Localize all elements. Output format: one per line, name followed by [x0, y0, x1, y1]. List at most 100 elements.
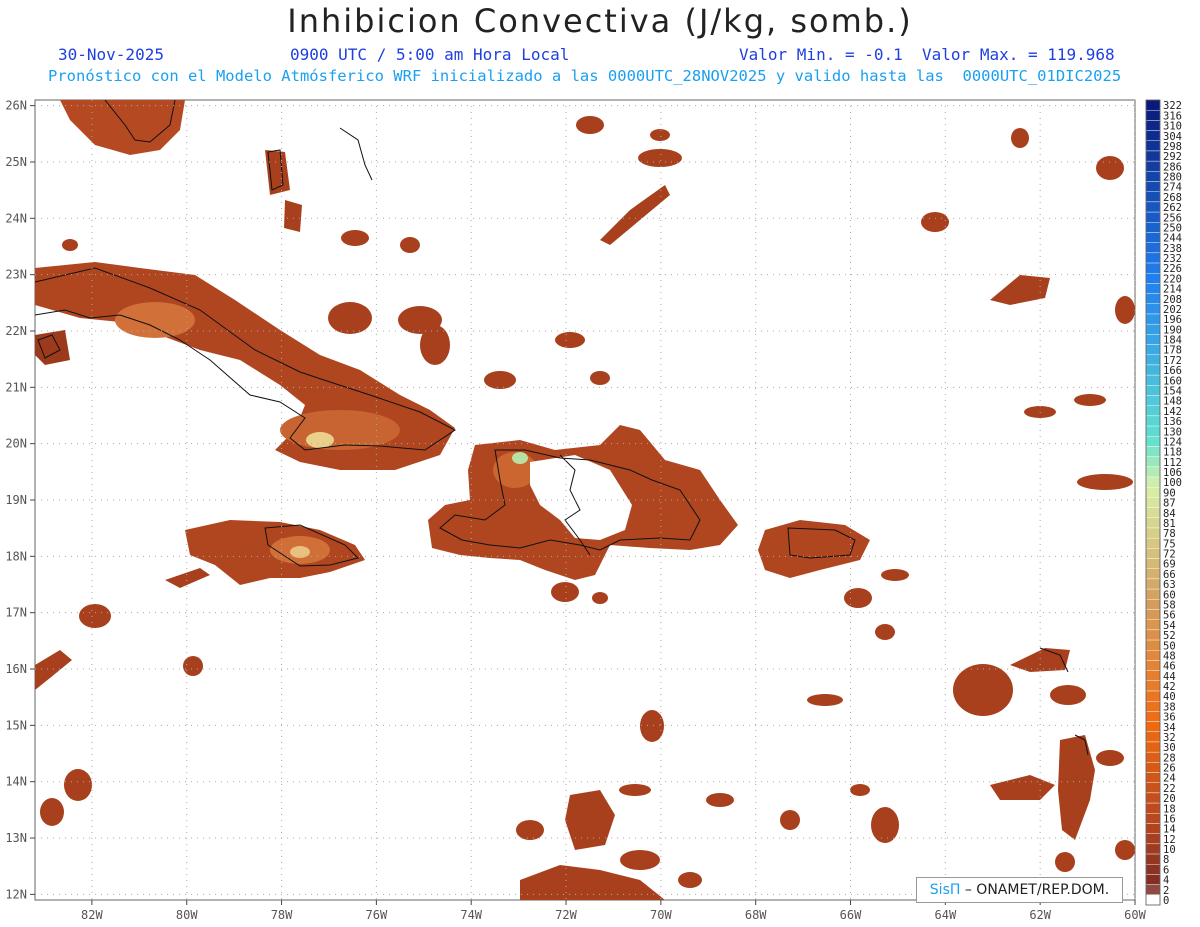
field-blob — [40, 798, 64, 826]
lon-tick-label: 80W — [176, 908, 198, 922]
colorbar-swatch — [1145, 436, 1161, 447]
colorbar-swatch — [1145, 782, 1161, 794]
lat-tick-label: 13N — [5, 831, 27, 845]
colorbar-swatch — [1145, 385, 1161, 396]
colorbar-swatch — [1145, 99, 1161, 111]
lat-tick-label: 20N — [5, 437, 27, 451]
lat-tick-label: 12N — [5, 887, 27, 901]
lat-tick-label: 15N — [5, 718, 27, 732]
lat-tick-label: 26N — [5, 99, 27, 113]
field-blob — [62, 239, 78, 251]
lat-tick-label: 19N — [5, 493, 27, 507]
field-hisp-peak — [512, 452, 528, 464]
colorbar-swatch — [1145, 171, 1161, 182]
field-blob — [640, 710, 664, 742]
colorbar-swatch — [1145, 802, 1161, 814]
field-blob — [79, 604, 111, 628]
colorbar-swatch — [1145, 884, 1161, 896]
colorbar-swatch — [1145, 701, 1161, 712]
field-blob — [64, 769, 92, 801]
field-blob — [183, 656, 203, 676]
colorbar-swatch — [1145, 517, 1161, 529]
colorbar-swatch — [1145, 130, 1161, 141]
field-blob — [555, 332, 585, 348]
colorbar-swatch — [1145, 252, 1161, 264]
lat-tick-label: 16N — [5, 662, 27, 676]
colorbar-swatch — [1145, 853, 1161, 865]
colorbar-swatch — [1145, 201, 1161, 213]
field-blob — [1074, 394, 1106, 406]
colorbar-swatch — [1145, 211, 1161, 223]
colorbar-swatch — [1145, 741, 1161, 753]
colorbar-swatch — [1145, 150, 1161, 162]
lon-tick-label: 68W — [745, 908, 767, 922]
colorbar-swatch — [1145, 874, 1161, 885]
lon-tick-label: 82W — [81, 908, 103, 922]
colorbar-swatch — [1145, 466, 1161, 478]
lon-tick-label: 70W — [650, 908, 672, 922]
colorbar-swatch — [1145, 548, 1161, 559]
colorbar-swatch — [1145, 405, 1161, 417]
colorbar: 3223163103042982922862802742682622562502… — [1145, 99, 1182, 907]
colorbar-swatch — [1145, 507, 1161, 518]
colorbar-swatch — [1145, 160, 1161, 172]
colorbar-swatch — [1145, 273, 1161, 284]
colorbar-swatch — [1145, 456, 1161, 468]
colorbar-label: 0 — [1163, 895, 1169, 907]
colorbar-swatch — [1145, 283, 1161, 294]
colorbar-swatch — [1145, 751, 1161, 763]
colorbar-swatch — [1145, 395, 1161, 406]
colorbar-swatch — [1145, 813, 1161, 824]
lat-tick-label: 17N — [5, 606, 27, 620]
colorbar-swatch — [1145, 864, 1161, 875]
lon-tick-label: 74W — [460, 908, 482, 922]
field-blob — [1096, 750, 1124, 766]
cin-map: 82W 80W 78W 76W 74W 72W 70W 68W 66W 64W 62W 60W 26N 2… — [5, 99, 1182, 922]
field-blob — [1115, 840, 1135, 860]
field-blob — [516, 820, 544, 840]
field-blob — [850, 784, 870, 796]
colorbar-swatch — [1145, 293, 1161, 304]
colorbar-swatch — [1145, 334, 1161, 345]
field-blob — [953, 664, 1013, 716]
lon-tick-label: 66W — [840, 908, 862, 922]
field-blob — [341, 230, 369, 246]
field-blob — [1077, 474, 1133, 490]
colorbar-swatch — [1145, 588, 1161, 600]
colorbar-swatch — [1145, 476, 1161, 488]
field-cuba-peak — [306, 432, 334, 448]
colorbar-swatch — [1145, 242, 1161, 254]
field-cuba-west-hot — [115, 302, 195, 338]
colorbar-swatch — [1145, 232, 1161, 243]
colorbar-swatch — [1145, 690, 1161, 702]
field-bahamas — [284, 200, 302, 232]
colorbar-swatch — [1145, 364, 1161, 376]
colorbar-swatch — [1145, 425, 1161, 437]
colorbar-swatch — [1145, 222, 1161, 233]
field-blob — [881, 569, 909, 581]
colorbar-swatch — [1145, 670, 1161, 682]
field-blob — [590, 371, 610, 385]
field-blob — [400, 237, 420, 253]
field-blob — [650, 129, 670, 141]
colorbar-swatch — [1145, 181, 1161, 192]
colorbar-swatch — [1145, 191, 1161, 203]
colorbar-swatch — [1145, 792, 1161, 804]
lat-tick-label: 23N — [5, 268, 27, 282]
lat-tick-label: 18N — [5, 549, 27, 563]
colorbar-swatch — [1145, 487, 1161, 498]
field-blob — [638, 149, 682, 167]
field-blob — [1011, 128, 1029, 148]
field-blob — [1055, 852, 1075, 872]
lat-tick-label: 21N — [5, 380, 27, 394]
lon-tick-label: 78W — [271, 908, 293, 922]
colorbar-swatch — [1145, 619, 1161, 631]
field-blob — [1096, 156, 1124, 180]
field-blob — [592, 592, 608, 604]
colorbar-swatch — [1145, 731, 1161, 743]
colorbar-swatch — [1145, 599, 1161, 610]
colorbar-swatch — [1145, 415, 1161, 427]
lon-tick-label: 64W — [935, 908, 957, 922]
colorbar-swatch — [1145, 568, 1161, 580]
colorbar-swatch — [1145, 120, 1161, 131]
